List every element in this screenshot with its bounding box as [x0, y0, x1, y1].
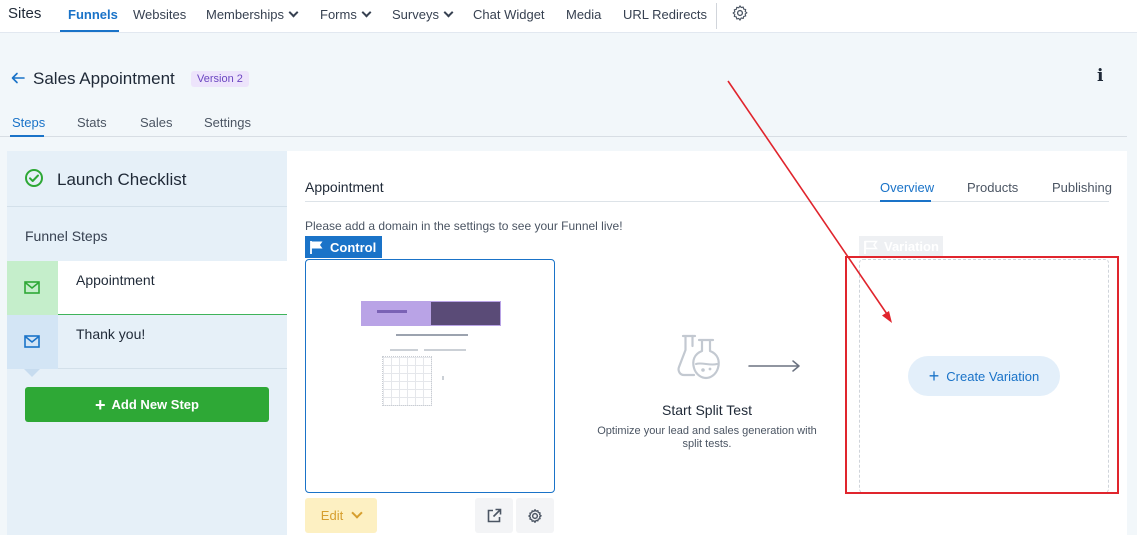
variation-badge: Variation [859, 236, 943, 257]
control-badge: Control [305, 236, 383, 258]
version-badge: Version 2 [191, 71, 249, 87]
preview-banner-photo [431, 302, 500, 325]
page-title: Sales Appointment [33, 69, 175, 88]
nav-divider [716, 3, 717, 29]
tab-stats[interactable]: Stats [77, 115, 107, 130]
tab-active-indicator [10, 135, 44, 137]
nav-item-memberships[interactable]: Memberships [206, 7, 299, 22]
nav-item-forms[interactable]: Forms [320, 7, 372, 22]
control-page-preview[interactable] [305, 259, 555, 493]
info-icon[interactable]: i [1097, 66, 1103, 86]
nav-item-surveys[interactable]: Surveys [392, 7, 454, 22]
step-marker [7, 315, 58, 377]
funnel-sidebar: Launch Checklist Funnel Steps Appointmen… [7, 151, 287, 535]
preview-banner [361, 301, 501, 326]
edit-label: Edit [320, 508, 344, 523]
flag-icon [310, 241, 323, 254]
funnel-step-appointment[interactable]: Appointment [7, 261, 287, 323]
tab-steps[interactable]: Steps [12, 115, 45, 130]
external-link-icon [487, 508, 502, 522]
preview-calendar [382, 356, 432, 406]
annotation-highlight-box [845, 256, 1119, 494]
tab-publishing[interactable]: Publishing [1052, 180, 1112, 195]
nav-item-websites[interactable]: Websites [133, 7, 186, 22]
open-external-button[interactable] [475, 498, 513, 533]
top-navigation: Sites Funnels Websites Memberships Forms… [0, 0, 1137, 33]
tabs-divider [0, 136, 1127, 137]
preview-banner-text [377, 310, 407, 313]
back-arrow-icon[interactable] [11, 71, 25, 85]
flask-icon [677, 334, 720, 380]
nav-item-memberships-label: Memberships [206, 7, 285, 22]
domain-notice: Please add a domain in the settings to s… [305, 219, 623, 233]
control-label: Control [330, 239, 377, 255]
chevron-down-icon [288, 7, 299, 18]
check-circle-icon [25, 169, 43, 187]
tab-products[interactable]: Products [967, 180, 1018, 195]
launch-checklist-label: Launch Checklist [57, 170, 187, 189]
preview-text-line [390, 349, 418, 351]
split-test-description: Optimize your lead and sales generation … [597, 425, 817, 450]
edit-button[interactable]: Edit [305, 498, 377, 533]
preview-heading-line [396, 334, 468, 336]
preview-dot [442, 376, 444, 380]
chevron-down-icon [351, 506, 363, 519]
tab-overview[interactable]: Overview [880, 180, 934, 195]
funnel-step-thank-you[interactable]: Thank you! [7, 315, 287, 377]
flag-icon [864, 240, 878, 254]
add-new-step-label: Add New Step [111, 397, 199, 412]
mail-icon [24, 335, 40, 348]
nav-item-forms-label: Forms [320, 7, 357, 22]
step-title: Appointment [305, 179, 384, 195]
funnel-step-label: Appointment [76, 272, 155, 288]
tabs-divider [305, 201, 1109, 202]
step-connector [24, 369, 40, 377]
gear-icon[interactable] [731, 4, 749, 22]
gear-icon [528, 508, 542, 523]
nav-active-indicator [60, 30, 119, 32]
chevron-down-icon [443, 7, 454, 18]
nav-item-url-redirects[interactable]: URL Redirects [623, 7, 707, 22]
plus-icon: + [95, 394, 106, 415]
launch-checklist[interactable]: Launch Checklist [7, 151, 287, 207]
tab-active-indicator [880, 200, 931, 202]
nav-item-funnels[interactable]: Funnels [68, 7, 118, 22]
tab-sales[interactable]: Sales [140, 115, 173, 130]
arrow-right-icon [748, 360, 800, 372]
tab-settings[interactable]: Settings [204, 115, 251, 130]
split-test-title: Start Split Test [661, 402, 752, 418]
nav-item-surveys-label: Surveys [392, 7, 439, 22]
variation-label: Variation [884, 239, 939, 254]
mail-icon [24, 281, 40, 294]
preview-text-line [424, 349, 466, 351]
brand-label: Sites [8, 5, 42, 22]
nav-item-media[interactable]: Media [566, 7, 601, 22]
funnel-step-label: Thank you! [76, 326, 146, 342]
chevron-down-icon [361, 7, 372, 18]
step-marker [7, 261, 58, 323]
add-new-step-button[interactable]: + Add New Step [25, 387, 269, 422]
funnel-steps-heading: Funnel Steps [25, 228, 108, 244]
step-settings-button[interactable] [516, 498, 554, 533]
nav-item-chat-widget[interactable]: Chat Widget [473, 7, 545, 22]
